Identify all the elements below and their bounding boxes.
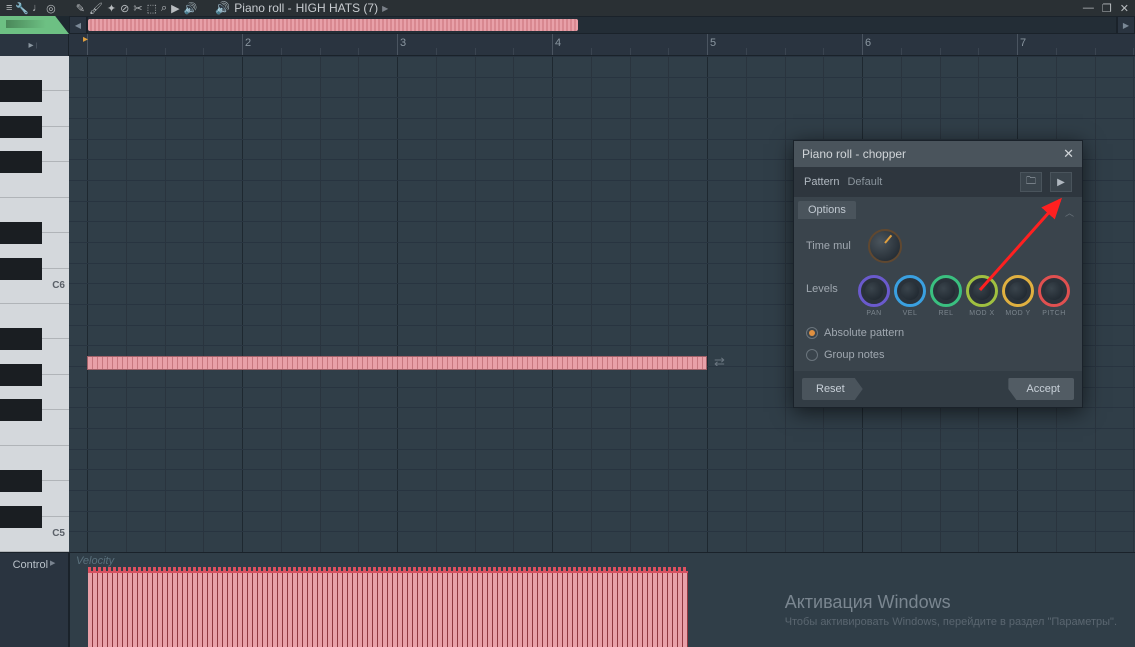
group-notes-row[interactable]: Group notes bbox=[806, 349, 1070, 361]
control-label[interactable]: Control ▶ bbox=[0, 553, 69, 647]
minimize-button[interactable]: — bbox=[1083, 2, 1094, 15]
reset-button[interactable]: Reset bbox=[802, 378, 863, 400]
title-dropdown-icon[interactable]: ▶ bbox=[382, 4, 388, 13]
chopper-footer: Reset Accept bbox=[794, 371, 1082, 407]
close-button[interactable]: ✕ bbox=[1120, 2, 1129, 15]
control-text: Control bbox=[13, 559, 48, 571]
level-knob-vel[interactable]: VEL bbox=[894, 275, 926, 317]
chopper-pattern-row: Pattern Default 🗀 ▶ bbox=[794, 167, 1082, 197]
select-icon[interactable]: ⬚ bbox=[147, 2, 157, 15]
play-icon[interactable]: ▶ bbox=[171, 2, 179, 15]
timeline-ruler[interactable]: 234567▸ bbox=[69, 34, 1135, 56]
hscroll-right-arrow[interactable]: ▶ bbox=[1117, 16, 1135, 34]
ruler-row: ▸｜ 234567▸ bbox=[0, 34, 1135, 56]
chopper-titlebar[interactable]: Piano roll - chopper ✕ bbox=[794, 141, 1082, 167]
absolute-pattern-label: Absolute pattern bbox=[824, 327, 904, 339]
overview-track[interactable] bbox=[87, 16, 1117, 34]
level-knob-pan[interactable]: PAN bbox=[858, 275, 890, 317]
erase-icon[interactable]: ✦ bbox=[107, 2, 116, 15]
levels-row: Levels PANVELRELMOD XMOD YPITCH bbox=[806, 275, 1070, 317]
speaker-icon[interactable]: 🔊 bbox=[184, 2, 198, 15]
pattern-label: Pattern bbox=[804, 176, 839, 188]
group-notes-label: Group notes bbox=[824, 349, 885, 361]
slice-icon[interactable]: ✂ bbox=[133, 2, 142, 15]
collapse-icon[interactable]: ︿ bbox=[1065, 206, 1074, 219]
group-notes-radio[interactable] bbox=[806, 349, 818, 361]
control-panel: Control ▶ Velocity bbox=[0, 552, 1135, 647]
time-mul-row: Time mul bbox=[806, 229, 1070, 263]
hscroll-left-arrow[interactable]: ◀ bbox=[69, 16, 87, 34]
pattern-next-button[interactable]: ▶ bbox=[1050, 172, 1072, 192]
chopper-close-button[interactable]: ✕ bbox=[1063, 146, 1074, 162]
titlebar-tool-icons: ✎ 🖌 ✦ ⊘ ✂ ⬚ ⌕ ▶ 🔊 bbox=[76, 2, 198, 15]
wrench-icon[interactable]: 🔧 bbox=[15, 2, 29, 15]
chopper-dialog[interactable]: Piano roll - chopper ✕ Pattern Default 🗀… bbox=[793, 140, 1083, 408]
control-dropdown-icon[interactable]: ▶ bbox=[50, 559, 55, 567]
window-controls: — ❐ ✕ bbox=[1083, 2, 1129, 15]
options-tab[interactable]: Options bbox=[798, 201, 856, 219]
window-title: 🔊 Piano roll - HIGH HATS (7) ▶ bbox=[215, 1, 388, 15]
overview-row: ◀ ▶ bbox=[0, 16, 1135, 34]
title-channel: HIGH HATS (7) bbox=[296, 1, 378, 15]
velocity-label: Velocity bbox=[76, 555, 114, 567]
swap-notes-icon[interactable]: ⇄ bbox=[714, 354, 725, 370]
pattern-tab[interactable] bbox=[0, 16, 69, 34]
absolute-pattern-row[interactable]: Absolute pattern bbox=[806, 327, 1070, 339]
pencil-icon[interactable]: ✎ bbox=[76, 2, 85, 15]
titlebar: ≡ 🔧 ♩ ◎ ✎ 🖌 ✦ ⊘ ✂ ⬚ ⌕ ▶ 🔊 🔊 Piano roll -… bbox=[0, 0, 1135, 16]
zoom-icon[interactable]: ⌕ bbox=[161, 2, 167, 15]
levels-label: Levels bbox=[806, 275, 854, 295]
speaker-title-icon: 🔊 bbox=[215, 1, 230, 15]
velocity-bars[interactable] bbox=[88, 571, 688, 647]
level-knob-mod-y[interactable]: MOD Y bbox=[1002, 275, 1034, 317]
target-icon[interactable]: ◎ bbox=[46, 2, 56, 15]
accept-button[interactable]: Accept bbox=[1008, 378, 1074, 400]
level-knob-pitch[interactable]: PITCH bbox=[1038, 275, 1070, 317]
piano-keyboard[interactable]: C6C5 bbox=[0, 56, 69, 552]
chopper-tabs: Options ︿ bbox=[794, 197, 1082, 219]
time-mul-knob[interactable] bbox=[868, 229, 902, 263]
restore-button[interactable]: ❐ bbox=[1102, 2, 1112, 15]
level-knob-rel[interactable]: REL bbox=[930, 275, 962, 317]
titlebar-left-tools: ≡ 🔧 ♩ ◎ bbox=[6, 2, 56, 15]
chopper-body: Time mul Levels PANVELRELMOD XMOD YPITCH… bbox=[794, 219, 1082, 371]
absolute-pattern-radio[interactable] bbox=[806, 327, 818, 339]
note-strip-c5[interactable] bbox=[87, 356, 707, 370]
ruler-corner[interactable]: ▸｜ bbox=[0, 34, 69, 56]
title-prefix: Piano roll - bbox=[234, 1, 291, 15]
pattern-value[interactable]: Default bbox=[847, 176, 882, 188]
mute-icon[interactable]: ⊘ bbox=[120, 2, 129, 15]
overview-thumb[interactable] bbox=[88, 19, 578, 31]
pattern-folder-button[interactable]: 🗀 bbox=[1020, 172, 1042, 192]
level-knob-mod-x[interactable]: MOD X bbox=[966, 275, 998, 317]
time-mul-label: Time mul bbox=[806, 240, 858, 252]
brush-icon[interactable]: 🖌 bbox=[89, 2, 103, 15]
snap-icon[interactable]: ♩ bbox=[32, 2, 43, 14]
menu-icon[interactable]: ≡ bbox=[6, 2, 12, 14]
chopper-title: Piano roll - chopper bbox=[802, 147, 906, 161]
velocity-area[interactable]: Velocity bbox=[69, 553, 1135, 647]
